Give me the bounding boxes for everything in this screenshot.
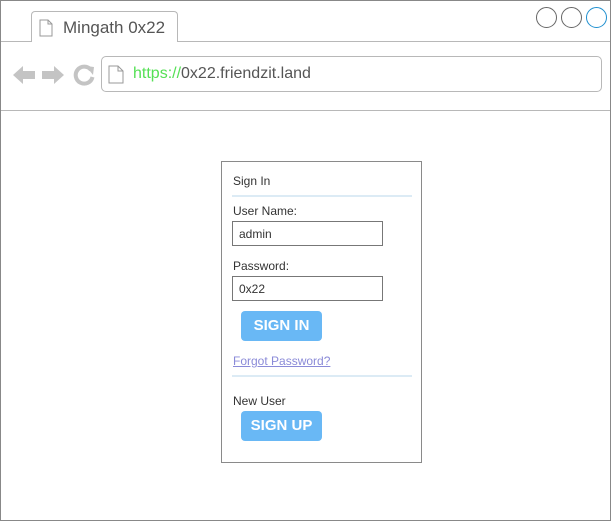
sign-in-panel: Sign In User Name: Password: SIGN IN For…	[221, 161, 422, 463]
url-host: 0x22.friendzit.land	[181, 65, 311, 82]
new-user-label: New User	[233, 394, 286, 408]
sign-up-button[interactable]: SIGN UP	[241, 411, 322, 441]
divider	[232, 195, 412, 197]
window-button-1[interactable]	[536, 7, 557, 28]
tab-strip: Mingath 0x22	[1, 1, 610, 43]
panel-title: Sign In	[233, 174, 271, 188]
reload-icon[interactable]	[72, 64, 96, 86]
password-input[interactable]	[232, 276, 383, 301]
password-label: Password:	[233, 259, 290, 273]
address-bar[interactable]: https://0x22.friendzit.land	[101, 56, 602, 92]
back-arrow-icon[interactable]	[12, 64, 36, 86]
browser-tab[interactable]: Mingath 0x22	[31, 11, 178, 43]
window-button-3[interactable]	[586, 7, 607, 28]
document-icon	[39, 19, 53, 37]
sign-in-button[interactable]: SIGN IN	[241, 311, 322, 341]
address-toolbar: https://0x22.friendzit.land	[1, 42, 610, 111]
window-button-2[interactable]	[561, 7, 582, 28]
tab-title: Mingath 0x22	[63, 18, 166, 37]
divider	[232, 375, 412, 377]
forgot-password-link[interactable]: Forgot Password?	[233, 354, 330, 368]
url-scheme: https://	[133, 65, 182, 82]
forward-arrow-icon[interactable]	[41, 64, 65, 86]
browser-window: Mingath 0x22 https://0x22.friendzit.land…	[0, 0, 611, 521]
document-icon	[108, 65, 124, 84]
username-input[interactable]	[232, 221, 383, 246]
username-label: User Name:	[233, 204, 298, 218]
url-text[interactable]: https://0x22.friendzit.land	[133, 65, 311, 83]
